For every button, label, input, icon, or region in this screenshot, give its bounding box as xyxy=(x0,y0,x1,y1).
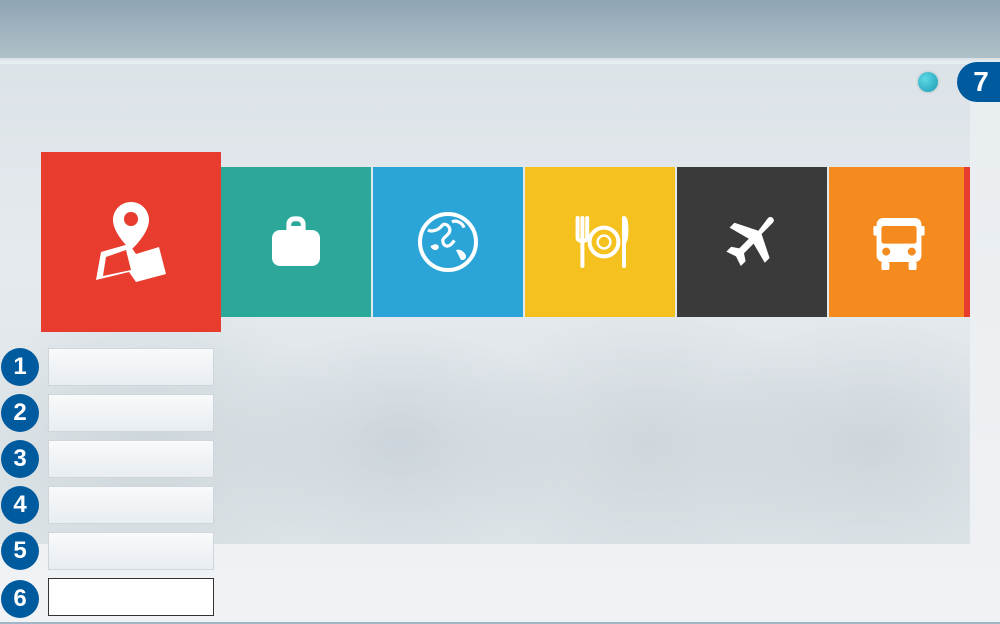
step-badge-1: 1 xyxy=(1,348,39,386)
list-item[interactable] xyxy=(48,532,214,570)
map-pin-icon xyxy=(81,192,181,292)
sidebar-list xyxy=(48,348,214,624)
food-tile[interactable] xyxy=(525,167,675,317)
bus-icon xyxy=(859,202,939,282)
list-item[interactable] xyxy=(48,440,214,478)
list-item[interactable] xyxy=(48,348,214,386)
step-badge-2: 2 xyxy=(1,394,39,432)
globe-tile[interactable] xyxy=(373,167,523,317)
step-badge-4: 4 xyxy=(1,486,39,524)
count-badge: 7 xyxy=(957,62,1000,102)
list-item[interactable] xyxy=(48,486,214,524)
step-badge-3: 3 xyxy=(1,440,39,478)
bag-tile[interactable] xyxy=(221,167,371,317)
tile-edge-indicator xyxy=(964,167,970,317)
restaurant-icon xyxy=(560,202,640,282)
list-item[interactable] xyxy=(48,578,214,616)
airplane-icon xyxy=(712,202,792,282)
map-location-tile[interactable] xyxy=(41,152,221,332)
category-tiles xyxy=(221,167,969,317)
record-indicator-icon xyxy=(918,72,938,92)
count-badge-value: 7 xyxy=(973,66,989,98)
globe-icon xyxy=(408,202,488,282)
flight-tile[interactable] xyxy=(677,167,827,317)
suitcase-icon xyxy=(256,202,336,282)
bus-tile[interactable] xyxy=(829,167,969,317)
top-banner xyxy=(0,0,1000,58)
list-item[interactable] xyxy=(48,394,214,432)
step-badge-6: 6 xyxy=(1,580,39,618)
step-badge-5: 5 xyxy=(1,532,39,570)
